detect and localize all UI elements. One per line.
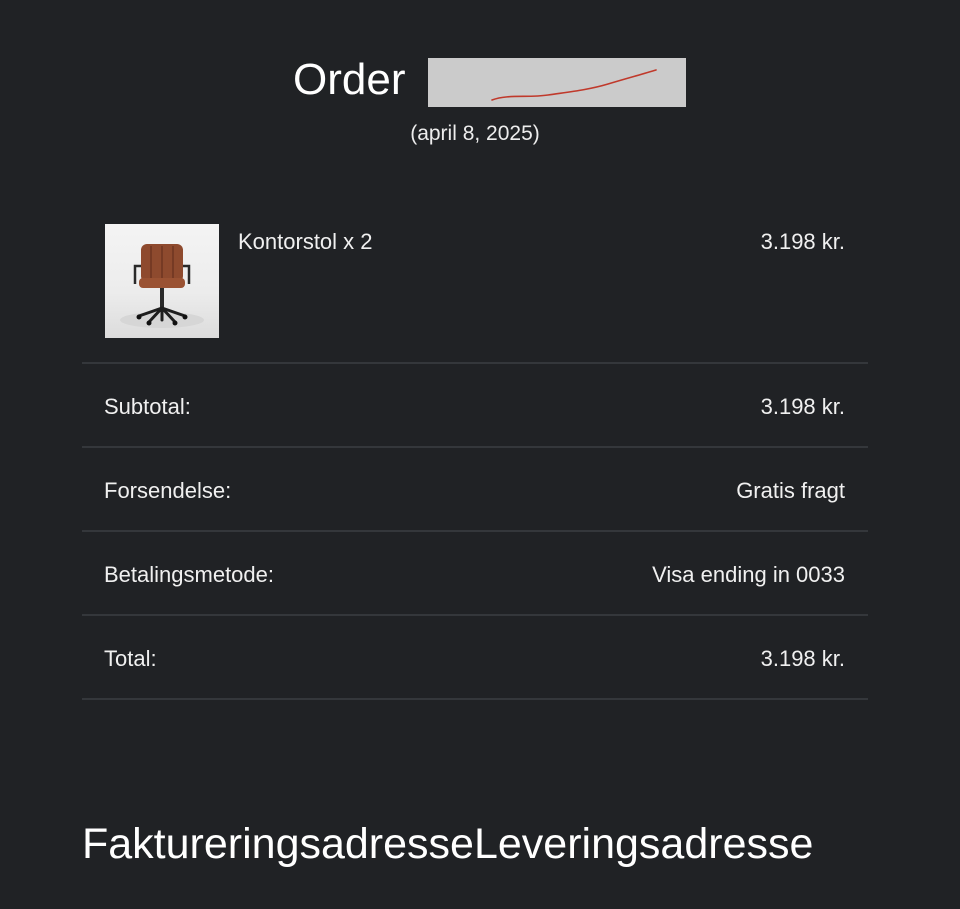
- summary-row-payment-method: Betalingsmetode: Visa ending in 0033: [82, 532, 868, 616]
- summary-row-shipping: Forsendelse: Gratis fragt: [82, 448, 868, 532]
- order-summary-table: Kontorstol x 2 3.198 kr. Subtotal: 3.198…: [82, 200, 868, 700]
- shipping-address-heading: Leveringsadresse: [473, 820, 814, 868]
- shipping-value: Gratis fragt: [736, 478, 845, 503]
- redaction-scribble: [491, 69, 657, 101]
- summary-row-total: Total: 3.198 kr.: [82, 616, 868, 700]
- order-title: Order: [293, 55, 406, 104]
- total-value: 3.198 kr.: [760, 646, 845, 671]
- redacted-order-number: [428, 58, 686, 107]
- payment-method-value: Visa ending in 0033: [652, 562, 845, 587]
- order-title-row: Order: [0, 52, 960, 112]
- subtotal-value: 3.198 kr.: [760, 394, 845, 419]
- address-headings: FaktureringsadresseLeveringsadresse: [82, 816, 813, 872]
- order-date: (april 8, 2025): [410, 122, 540, 145]
- payment-method-label: Betalingsmetode:: [104, 562, 274, 587]
- shipping-label: Forsendelse:: [104, 478, 232, 503]
- item-name: Kontorstol x 2: [238, 229, 373, 254]
- total-label: Total:: [104, 646, 157, 671]
- item-price: 3.198 kr.: [760, 229, 845, 254]
- line-item-row: Kontorstol x 2 3.198 kr.: [82, 200, 868, 364]
- summary-row-subtotal: Subtotal: 3.198 kr.: [82, 364, 868, 448]
- subtotal-label: Subtotal:: [104, 394, 191, 419]
- product-image[interactable]: [105, 224, 219, 338]
- billing-address-heading: Faktureringsadresse: [82, 820, 474, 868]
- office-chair-icon: [120, 244, 204, 328]
